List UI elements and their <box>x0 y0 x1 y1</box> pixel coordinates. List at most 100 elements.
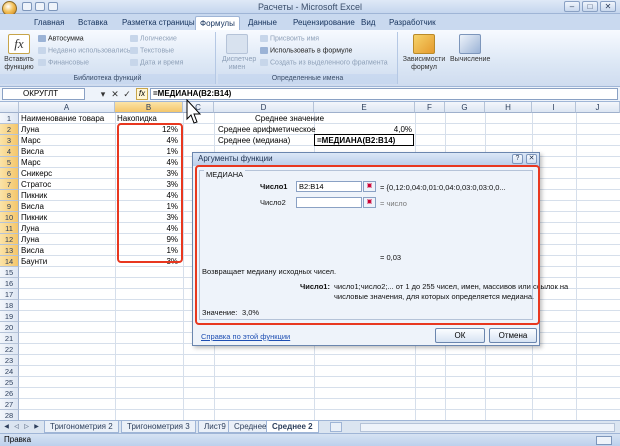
table-cell-value[interactable]: 4% <box>117 190 181 201</box>
table-cell-value[interactable]: 1% <box>117 201 181 212</box>
table-cell-name[interactable]: Пикник <box>21 212 115 223</box>
row-header[interactable]: 27 <box>0 399 19 410</box>
page-view-icon[interactable] <box>596 436 612 445</box>
row-header[interactable]: 4 <box>0 146 19 157</box>
table-cell-value[interactable]: 4% <box>117 135 181 146</box>
next-sheet-icon[interactable]: ▷ <box>22 423 31 432</box>
use-in-formula-button[interactable]: Использовать в формуле <box>260 47 352 54</box>
tab-insert[interactable]: Вставка <box>74 16 112 30</box>
table-cell-name[interactable]: Баунти <box>21 256 115 267</box>
row-header[interactable]: 10 <box>0 212 19 223</box>
date-time-button[interactable]: Дата и время <box>130 59 183 66</box>
table-cell-value[interactable]: 3% <box>117 168 181 179</box>
fbar-dropdown-icon[interactable]: ▾ <box>98 89 108 99</box>
row-header[interactable]: 17 <box>0 289 19 300</box>
insert-function-icon[interactable]: fx <box>136 88 148 100</box>
name-box[interactable]: ОКРУГЛТ <box>2 88 85 100</box>
row-header[interactable]: 26 <box>0 388 19 399</box>
table-cell-name[interactable]: Луна <box>21 234 115 245</box>
column-header-i[interactable]: I <box>532 102 576 113</box>
table-cell-name[interactable]: Луна <box>21 124 115 135</box>
insert-function-button[interactable]: fx Вставить функцию <box>2 34 36 72</box>
dependencies-button[interactable]: Зависимости формул <box>402 34 446 72</box>
table-cell-value[interactable]: 1% <box>117 146 181 157</box>
row-header[interactable]: 24 <box>0 366 19 377</box>
row-header[interactable]: 15 <box>0 267 19 278</box>
summary-title[interactable]: Среднее значение <box>255 113 375 124</box>
horizontal-scrollbar[interactable] <box>360 423 615 432</box>
table-cell-name[interactable]: Висла <box>21 245 115 256</box>
row-header[interactable]: 28 <box>0 410 19 420</box>
row-header[interactable]: 7 <box>0 179 19 190</box>
cell-a1[interactable]: Наименование товара <box>21 113 115 124</box>
cancel-icon[interactable]: ✕ <box>110 89 120 99</box>
table-cell-value[interactable]: 1% <box>117 245 181 256</box>
row-header[interactable]: 9 <box>0 201 19 212</box>
table-cell-value[interactable]: 3% <box>117 179 181 190</box>
cell-b1[interactable]: Накопидка <box>117 113 183 124</box>
column-header-b[interactable]: B <box>115 102 183 113</box>
row-header[interactable]: 5 <box>0 157 19 168</box>
tab-developer[interactable]: Разработчик <box>385 16 440 30</box>
arg2-input[interactable] <box>296 197 362 208</box>
row-header[interactable]: 11 <box>0 223 19 234</box>
row-header[interactable]: 1 <box>0 113 19 124</box>
arg1-collapse-icon[interactable]: ▣ <box>363 181 376 192</box>
enter-icon[interactable]: ✓ <box>122 89 132 99</box>
table-cell-value[interactable]: 3% <box>117 256 181 267</box>
formula-input[interactable]: =МЕДИАНА(B2:B14) <box>150 88 618 100</box>
arg2-collapse-icon[interactable]: ▣ <box>363 197 376 208</box>
calculation-button[interactable]: Вычисление <box>450 34 490 64</box>
new-sheet-icon[interactable] <box>330 422 342 432</box>
sheet-tab-average2[interactable]: Среднее 2 <box>266 421 319 433</box>
last-sheet-icon[interactable]: ▶ <box>32 423 41 432</box>
row-header[interactable]: 21 <box>0 333 19 344</box>
cancel-button[interactable]: Отмена <box>489 328 537 343</box>
row-header[interactable]: 12 <box>0 234 19 245</box>
arg1-input[interactable]: B2:B14 <box>296 181 362 192</box>
column-header-j[interactable]: J <box>576 102 620 113</box>
tab-view[interactable]: Вид <box>357 16 379 30</box>
text-button[interactable]: Текстовые <box>130 47 174 54</box>
column-header-g[interactable]: G <box>445 102 485 113</box>
row-header[interactable]: 18 <box>0 300 19 311</box>
column-header-d[interactable]: D <box>214 102 314 113</box>
row-header[interactable]: 23 <box>0 355 19 366</box>
row-header[interactable]: 13 <box>0 245 19 256</box>
sheet-tab-trig3[interactable]: Тригонометрия 3 <box>121 421 196 433</box>
row-header[interactable]: 8 <box>0 190 19 201</box>
median-label[interactable]: Среднее (медиана) <box>218 135 314 146</box>
column-header-f[interactable]: F <box>415 102 445 113</box>
recently-used-button[interactable]: Недавно использовались <box>38 47 131 54</box>
help-link[interactable]: Справка по этой функции <box>201 332 290 341</box>
row-header[interactable]: 14 <box>0 256 19 267</box>
row-header[interactable]: 20 <box>0 322 19 333</box>
ok-button[interactable]: ОК <box>435 328 485 343</box>
row-header[interactable]: 6 <box>0 168 19 179</box>
name-manager-button[interactable]: Диспетчер имен <box>222 34 256 72</box>
row-header[interactable]: 3 <box>0 135 19 146</box>
row-header[interactable]: 16 <box>0 278 19 289</box>
table-cell-name[interactable]: Стратос <box>21 179 115 190</box>
table-cell-value[interactable]: 3% <box>117 212 181 223</box>
create-from-selection-button[interactable]: Создать из выделенного фрагмента <box>260 59 388 66</box>
tab-review[interactable]: Рецензирование <box>289 16 359 30</box>
logical-button[interactable]: Логические <box>130 35 177 42</box>
row-header[interactable]: 19 <box>0 311 19 322</box>
prev-sheet-icon[interactable]: ◁ <box>12 423 21 432</box>
dialog-close-button[interactable]: ✕ <box>526 154 537 164</box>
tab-data[interactable]: Данные <box>244 16 281 30</box>
table-cell-name[interactable]: Сникерс <box>21 168 115 179</box>
median-cell[interactable]: =МЕДИАНА(B2:B14) <box>314 134 414 146</box>
table-cell-name[interactable]: Марс <box>21 135 115 146</box>
column-header-a[interactable]: A <box>19 102 115 113</box>
select-all[interactable] <box>0 102 19 113</box>
financial-button[interactable]: Финансовые <box>38 59 89 66</box>
dialog-title-bar[interactable]: Аргументы функции ? ✕ <box>193 153 539 166</box>
table-cell-name[interactable]: Марс <box>21 157 115 168</box>
row-header[interactable]: 22 <box>0 344 19 355</box>
maximize-button[interactable]: □ <box>582 1 598 12</box>
close-button[interactable]: ✕ <box>600 1 616 12</box>
tab-page-layout[interactable]: Разметка страницы <box>118 16 199 30</box>
help-icon[interactable]: ? <box>512 154 523 164</box>
